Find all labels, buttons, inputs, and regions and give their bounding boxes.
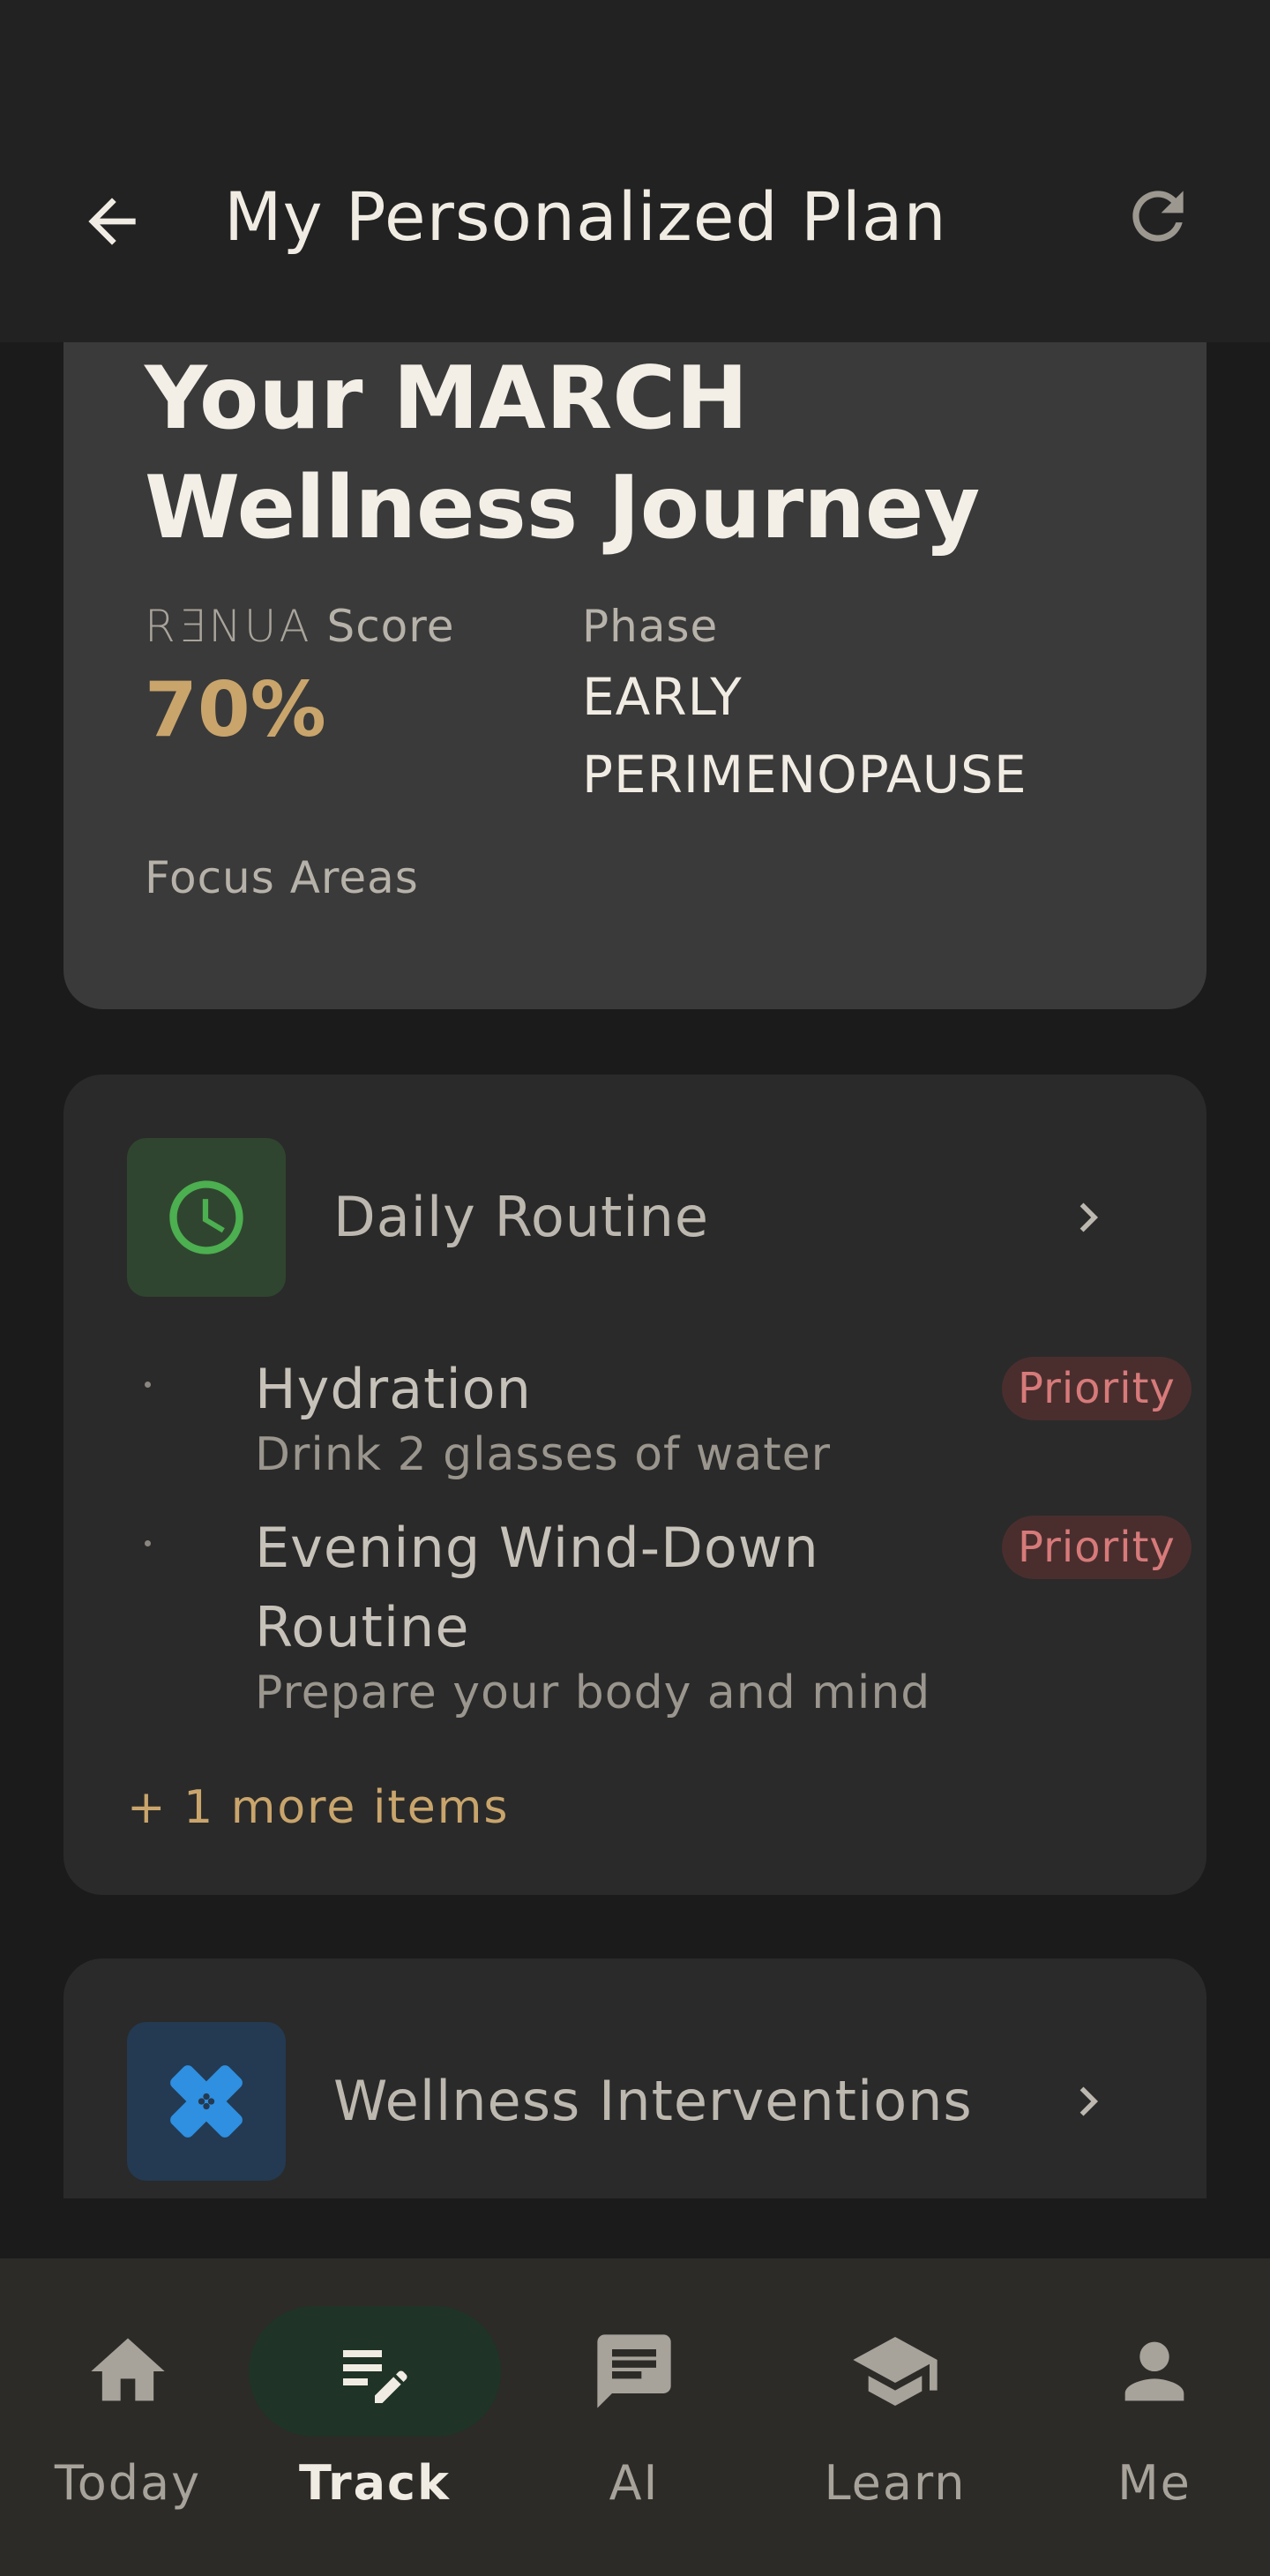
- phase-value: EARLY PERIMENOPAUSE: [582, 658, 1182, 813]
- score-label-text: Score: [326, 601, 455, 652]
- daily-routine-title: Daily Routine: [333, 1185, 710, 1249]
- routine-item-subtitle: Drink 2 glasses of water: [255, 1428, 832, 1481]
- top-app-bar: My Personalized Plan: [0, 0, 1270, 342]
- bottom-navigation: Today Track AI Learn Me: [0, 2258, 1270, 2576]
- daily-routine-icon-tile: [127, 1138, 286, 1297]
- bullet-dot: [145, 1382, 151, 1388]
- wellness-interventions-card[interactable]: Wellness Interventions: [64, 1958, 1206, 2198]
- routine-item-evening-wind-down[interactable]: Evening Wind-Down Routine Prepare your b…: [127, 1509, 1192, 1720]
- interventions-icon-tile: [127, 2022, 286, 2181]
- back-button[interactable]: [64, 173, 161, 270]
- focus-areas-label: Focus Areas: [145, 852, 419, 903]
- priority-badge: Priority: [1002, 1357, 1192, 1420]
- journey-title-line2: Wellness Journey: [145, 458, 981, 558]
- journey-title: Your MARCH Wellness Journey: [145, 344, 1115, 563]
- nav-icon-container: [2, 2306, 254, 2437]
- routine-item-hydration[interactable]: Hydration Drink 2 glasses of water Prior…: [127, 1350, 1192, 1491]
- nav-icon-container: [769, 2306, 1021, 2437]
- nav-item-learn[interactable]: Learn: [767, 2258, 1023, 2576]
- priority-badge: Priority: [1002, 1516, 1192, 1579]
- person-icon: [1124, 2341, 1184, 2401]
- more-items-link[interactable]: + 1 more items: [127, 1777, 510, 1838]
- home-icon: [91, 2338, 165, 2401]
- chevron-right-icon: [1080, 2086, 1098, 2116]
- nav-label: Me: [1117, 2455, 1192, 2511]
- app: My Personalized Plan Your MARCH Wellness…: [0, 0, 1270, 2576]
- clock-icon: [169, 1180, 243, 1254]
- bandage-icon: [170, 2065, 243, 2138]
- daily-routine-chevron[interactable]: [1053, 1182, 1124, 1253]
- wellness-interventions-title: Wellness Interventions: [333, 2069, 973, 2133]
- graduation-cap-icon: [853, 2337, 938, 2406]
- brand-wordmark: RƎNUA: [145, 601, 312, 652]
- chat-icon: [597, 2334, 671, 2408]
- nav-label: Track: [299, 2455, 451, 2511]
- routine-item-title: Evening Wind-Down Routine: [255, 1509, 925, 1667]
- nav-item-track[interactable]: Track: [247, 2258, 503, 2576]
- refresh-button[interactable]: [1109, 168, 1206, 265]
- wellness-interventions-chevron[interactable]: [1053, 2066, 1124, 2137]
- routine-item-subtitle: Prepare your body and mind: [255, 1666, 931, 1719]
- page-title: My Personalized Plan: [224, 177, 947, 256]
- phase-value-line1: EARLY: [582, 667, 743, 727]
- nav-label: Today: [54, 2455, 202, 2511]
- nav-item-today[interactable]: Today: [0, 2258, 256, 2576]
- phase-value-line2: PERIMENOPAUSE: [582, 745, 1027, 805]
- bullet-dot: [145, 1540, 151, 1546]
- score-value: 70%: [145, 666, 326, 754]
- chevron-right-icon: [1080, 1202, 1098, 1232]
- refresh-icon: [1132, 191, 1184, 242]
- score-label: RƎNUA Score: [145, 598, 455, 655]
- routine-item-title-line1: Evening Wind-Down: [255, 1516, 819, 1580]
- arrow-left-icon: [88, 198, 136, 245]
- journey-title-line1: Your MARCH: [145, 348, 749, 449]
- nav-icon-container: [508, 2306, 760, 2437]
- phase-label: Phase: [582, 601, 719, 652]
- nav-icon-container: [1028, 2306, 1270, 2437]
- nav-item-me[interactable]: Me: [1027, 2258, 1270, 2576]
- nav-icon-container: [249, 2306, 501, 2437]
- routine-item-title: Hydration: [255, 1357, 532, 1421]
- daily-routine-card[interactable]: Daily Routine Hydration Drink 2 glasses …: [64, 1075, 1206, 1895]
- nav-label: AI: [609, 2455, 660, 2511]
- edit-notes-icon: [343, 2350, 407, 2403]
- routine-item-title-line2: Routine: [255, 1595, 470, 1659]
- nav-item-ai[interactable]: AI: [506, 2258, 762, 2576]
- journey-summary-card: Your MARCH Wellness Journey RƎNUA Score …: [64, 342, 1206, 1009]
- nav-label: Learn: [824, 2455, 967, 2511]
- plan-scroll-area[interactable]: Your MARCH Wellness Journey RƎNUA Score …: [0, 342, 1270, 2198]
